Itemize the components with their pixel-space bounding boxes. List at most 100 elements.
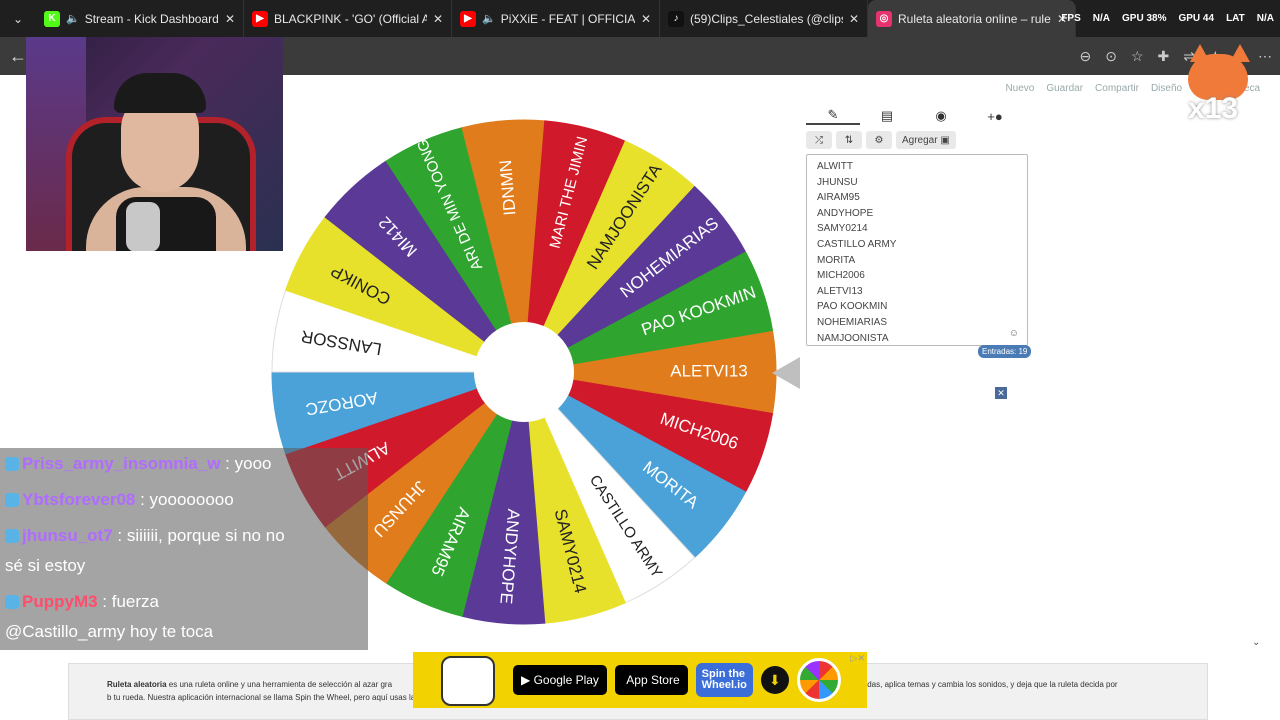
fps-value: N/A <box>1092 13 1111 24</box>
entry-line: NAMJOONISTA <box>817 332 889 344</box>
app-ad-banner[interactable]: ▶ Google Play App Store Spin the Wheel.io… <box>413 652 867 708</box>
wheel-pointer <box>772 357 800 389</box>
entry-line: MICH2006 <box>817 270 865 282</box>
close-icon[interactable]: ✕ <box>995 387 1007 399</box>
entries-panel: ✎ ▤ ◉ +● ⤮ ⇅ ⚙ Agregar ▣ ALWITT JHUNSU AIR… <box>806 104 1028 346</box>
youtube-icon: ▶ <box>460 10 476 27</box>
clipboard-icon[interactable]: ▤ <box>860 108 914 124</box>
chat-badge-icon <box>5 529 19 543</box>
settings-icon[interactable]: ⚙ <box>866 131 892 149</box>
entries-count-badge: Entradas: 19 <box>978 345 1032 358</box>
tab-close-icon[interactable]: ✕ <box>225 12 235 26</box>
add-button[interactable]: Agregar ▣ <box>896 131 956 149</box>
extensions-icon[interactable]: ✚ <box>1158 48 1170 65</box>
tab-title: (59)Clips_Celestiales (@clips_ce <box>690 11 843 26</box>
fps-label: FPS <box>1061 13 1081 24</box>
nav-save[interactable]: Guardar <box>1046 83 1083 94</box>
tab-search-chevron-icon[interactable]: ⌄ <box>0 0 36 37</box>
footer-bold: Ruleta aleatoria <box>107 680 167 689</box>
chat-badge-icon <box>5 457 19 471</box>
nav-new[interactable]: Nuevo <box>1005 83 1034 94</box>
app-store-label: App Store <box>626 673 680 687</box>
chat-badge-icon <box>5 595 19 609</box>
app-store-button[interactable]: App Store <box>614 665 688 695</box>
chat-text: : fuerza <box>97 592 159 611</box>
tracking-icon[interactable]: ⊙ <box>1105 48 1117 65</box>
mini-wheel-icon <box>796 658 841 702</box>
chat-badge-icon <box>5 493 19 507</box>
webcam-overlay <box>26 37 283 251</box>
tab-close-icon[interactable]: ✕ <box>641 12 651 26</box>
phone-illustration <box>441 656 495 706</box>
cat-mascot-overlay: x13 <box>1184 44 1254 130</box>
wheel-segment-label: ALETVI13 <box>670 361 748 380</box>
entry-line: AIRAM95 <box>817 192 860 204</box>
chat-message: Ybtsforever08 : yoooooooo <box>5 490 234 510</box>
scroll-down-chevron-icon[interactable]: ⌄ <box>1252 637 1260 648</box>
entry-line: PAO KOOKMIN <box>817 301 888 313</box>
chat-username[interactable]: PuppyM3 <box>22 592 98 611</box>
chat-username[interactable]: Priss_army_insomnia_w <box>22 454 220 473</box>
wheel-center-hub[interactable] <box>474 322 574 422</box>
chat-text: : yoooooooo <box>135 490 234 509</box>
tab-close-icon[interactable]: ✕ <box>849 12 859 26</box>
edit-pencil-icon[interactable]: ✎ <box>806 107 860 125</box>
chat-text: : yooo <box>220 454 272 473</box>
browser-tab[interactable]: ◎ Ruleta aleatoria online – ruleta ✕ <box>868 0 1076 37</box>
entries-textarea[interactable]: ALWITT JHUNSU AIRAM95 ANDYHOPE SAMY0214 CASTI… <box>806 154 1028 346</box>
bookmark-star-icon[interactable]: ☆ <box>1131 48 1144 65</box>
microphone <box>126 202 160 251</box>
download-icon: ⬇ <box>760 666 789 694</box>
speaker-icon[interactable]: 🔈 <box>482 12 496 25</box>
gpu-usage-2: GPU 44 <box>1178 13 1215 24</box>
tiktok-icon: ♪ <box>668 10 684 27</box>
entry-line: ALWITT <box>817 161 853 172</box>
entry-line: ANDYHOPE <box>817 207 874 219</box>
browser-tab[interactable]: ▶ 🔈 PiXXiE - FEAT | OFFICIAL M ✕ <box>452 0 660 37</box>
tab-title: Ruleta aleatoria online – ruleta <box>898 11 1051 26</box>
tab-title: Stream - Kick Dashboard <box>84 11 219 26</box>
shuffle-icon[interactable]: ⤮ <box>806 131 832 149</box>
more-menu-icon[interactable]: ⋯ <box>1258 48 1272 65</box>
entry-line: NOHEMIARIAS <box>817 316 888 328</box>
nav-design[interactable]: Diseño <box>1151 83 1182 94</box>
chat-message: PuppyM3 : fuerza <box>5 592 159 612</box>
entry-line: SAMY0214 <box>817 223 868 235</box>
browser-tab[interactable]: ▶ BLACKPINK - 'GO' (Official Aud ✕ <box>244 0 452 37</box>
lat-label: LAT <box>1226 13 1245 24</box>
browser-tab[interactable]: K 🔈 Stream - Kick Dashboard ✕ <box>36 0 244 37</box>
footer-text-2: b tu rueda. Nuestra aplicación internaci… <box>107 693 422 702</box>
entry-line: ALETVI13 <box>817 285 863 297</box>
chat-username[interactable]: Ybtsforever08 <box>22 490 135 509</box>
chat-message: sé si estoy <box>5 556 85 576</box>
chat-overlay: Priss_army_insomnia_w : yooo Ybtsforever0… <box>0 448 368 650</box>
gpu-usage: GPU 38% <box>1122 13 1167 24</box>
spin-the-wheel-logo: Spin the Wheel.io <box>695 663 753 697</box>
youtube-icon: ▶ <box>252 10 268 27</box>
add-button-label: Agregar <box>902 134 938 146</box>
lat-value: N/A <box>1256 13 1274 24</box>
browser-tab[interactable]: ♪ (59)Clips_Celestiales (@clips_ce ✕ <box>660 0 868 37</box>
nav-share[interactable]: Compartir <box>1095 83 1139 94</box>
chat-text: : siiiiii, porque si no no <box>112 526 285 545</box>
chat-text: @Castillo_army hoy te toca <box>5 622 214 641</box>
footer-text-3: entradas, aplica temas y cambia los soni… <box>849 680 1118 689</box>
google-play-button[interactable]: ▶ Google Play <box>513 665 607 695</box>
speaker-icon[interactable]: 🔈 <box>66 12 80 25</box>
google-play-label: Google Play <box>533 673 599 687</box>
tab-close-icon[interactable]: ✕ <box>433 12 443 26</box>
system-tray-overlay: FPS N/A GPU 38% GPU 44 LAT N/A <box>1061 0 1274 37</box>
chat-username[interactable]: jhunsu_ot7 <box>22 526 113 545</box>
brand-line-2: Wheel.io <box>701 679 747 691</box>
zoom-icon[interactable]: ⊖ <box>1079 48 1091 65</box>
add-color-icon[interactable]: +● <box>968 109 1022 124</box>
browser-tab-bar: ⌄ K 🔈 Stream - Kick Dashboard ✕ ▶ BLACKPINK -… <box>0 0 1280 37</box>
ad-close-icon[interactable]: ▷✕ <box>851 653 865 664</box>
sort-icon[interactable]: ⇅ <box>836 131 862 149</box>
multiplier-label: x13 <box>1188 92 1239 125</box>
hide-eye-icon[interactable]: ◉ <box>914 108 968 124</box>
chat-message: @Castillo_army hoy te toca <box>5 622 213 642</box>
emoji-icon[interactable]: ☺ <box>1009 328 1019 339</box>
footer-text-1: es una ruleta online y una herramienta d… <box>166 680 393 689</box>
entry-line: CASTILLO ARMY <box>817 238 897 250</box>
